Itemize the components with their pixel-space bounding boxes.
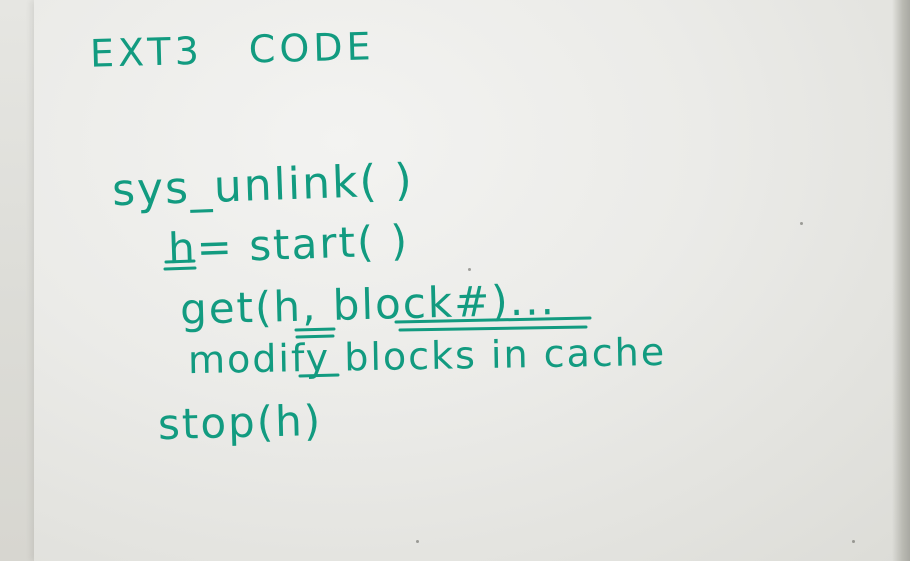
code-line-modify: modify blocks in cache: [187, 329, 667, 383]
board-speck: [852, 540, 855, 543]
code-line-stop: stop(h): [157, 395, 323, 450]
board-speck: [800, 222, 803, 225]
board-title: EXT3 CODE: [89, 24, 376, 76]
photo-stage: EXT3 CODE sys_unlink( ) h= start( ) get(…: [0, 0, 910, 561]
board-speck: [468, 268, 471, 271]
code-line-get: get(h, block#)...: [179, 275, 557, 334]
code-line-sys-unlink: sys_unlink( ): [111, 154, 415, 217]
whiteboard-edge: [892, 0, 910, 561]
board-speck: [416, 540, 419, 543]
code-line-start: h= start( ): [167, 215, 410, 274]
